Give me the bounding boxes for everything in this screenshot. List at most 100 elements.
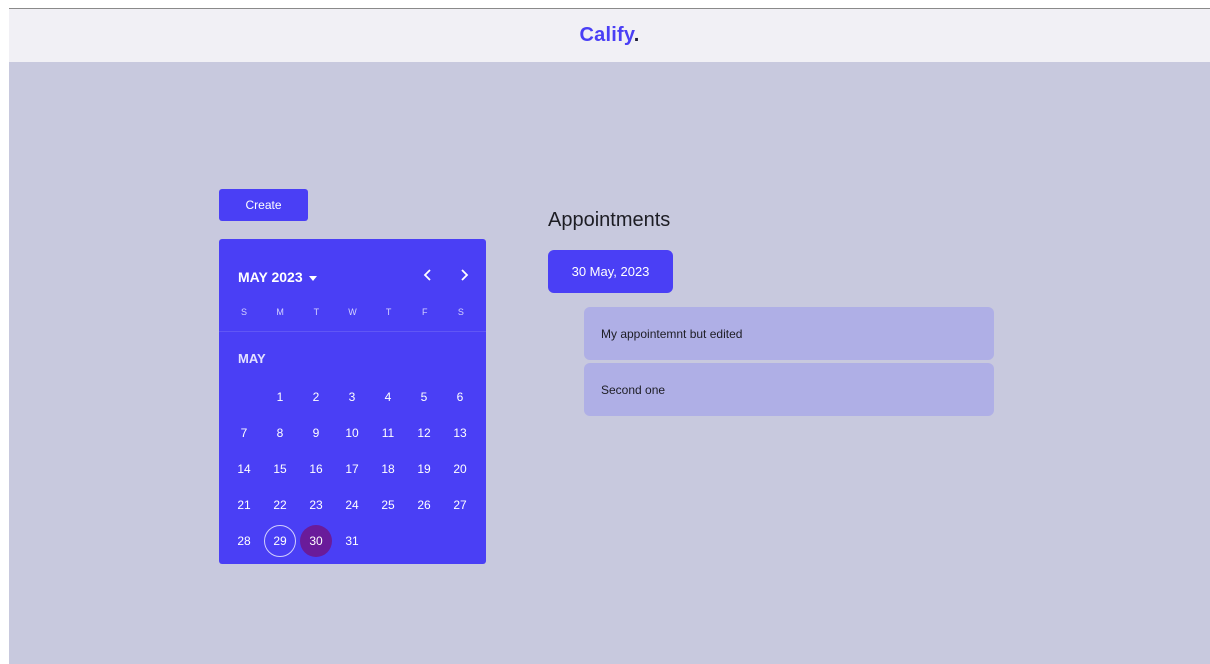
calendar-day-3[interactable]: 3	[334, 381, 370, 413]
calendar-day-20[interactable]: 20	[442, 453, 478, 485]
calendar-day-number: 28	[237, 534, 251, 548]
calendar-day-7[interactable]: 7	[226, 417, 262, 449]
calendar-day-13[interactable]: 13	[442, 417, 478, 449]
calendar-day-19[interactable]: 19	[406, 453, 442, 485]
calendar-day-number: 6	[456, 390, 464, 404]
calendar-day-number: 5	[420, 390, 428, 404]
calendar-day-number: 2	[312, 390, 320, 404]
calendar-day-24[interactable]: 24	[334, 489, 370, 521]
calendar-day-number: 10	[345, 426, 359, 440]
appointment-item[interactable]: Second one	[584, 363, 994, 416]
appointments-title: Appointments	[548, 209, 671, 231]
calendar-week-row: 14 15 16 17 18 19 20	[226, 451, 479, 487]
calendar-day-number: 24	[345, 498, 359, 512]
calendar-divider	[219, 331, 486, 332]
calendar-day-25[interactable]: 25	[370, 489, 406, 521]
calendar-day-number: 12	[417, 426, 431, 440]
calendar-day-21[interactable]: 21	[226, 489, 262, 521]
calendar-day-number: 7	[240, 426, 248, 440]
calendar-day-17[interactable]: 17	[334, 453, 370, 485]
calendar-day-10[interactable]: 10	[334, 417, 370, 449]
calendar-day-number: 27	[453, 498, 467, 512]
calendar-day-2[interactable]: 2	[298, 381, 334, 413]
calendar-day-number: 8	[276, 426, 284, 440]
calendar-day-8[interactable]: 8	[262, 417, 298, 449]
calendar-day-number: 16	[309, 462, 323, 476]
calendar-day-number: 22	[273, 498, 287, 512]
calendar-day-number: 31	[345, 534, 359, 548]
calendar-empty-cell	[406, 525, 442, 557]
calendar-day-29[interactable]: 29	[262, 525, 298, 557]
calendar-empty-cell	[226, 381, 262, 413]
top-header: Calify.	[9, 9, 1210, 62]
calendar-day-18[interactable]: 18	[370, 453, 406, 485]
previous-month-button[interactable]	[418, 265, 438, 285]
calendar-day-grid: 1 2 3 4 5 6 7 8 9 10 11 12 13 14 15 16 17 18 19 20 21 22 23 24 2…	[226, 379, 479, 559]
appointment-item[interactable]: My appointemnt but edited	[584, 307, 994, 360]
calendar-day-16[interactable]: 16	[298, 453, 334, 485]
app-frame: Calify. Create MAY 2023 S M T W T F S MA	[9, 8, 1210, 664]
appointment-text: Second one	[601, 382, 666, 397]
calendar-day-15[interactable]: 15	[262, 453, 298, 485]
calendar-day-27[interactable]: 27	[442, 489, 478, 521]
selected-date-chip[interactable]: 30 May, 2023	[548, 250, 673, 293]
calendar-day-number: 18	[381, 462, 395, 476]
calendar-day-9[interactable]: 9	[298, 417, 334, 449]
calendar-day-number: 13	[453, 426, 467, 440]
caret-down-icon	[308, 275, 317, 281]
weekday-label: M	[276, 307, 284, 317]
calendar-day-4[interactable]: 4	[370, 381, 406, 413]
weekday-header-row: S M T W T F S	[226, 307, 479, 323]
calendar-day-5[interactable]: 5	[406, 381, 442, 413]
brand-logo[interactable]: Calify.	[580, 24, 640, 47]
calendar-day-1[interactable]: 1	[262, 381, 298, 413]
calendar-day-number: 4	[384, 390, 392, 404]
create-button[interactable]: Create	[219, 189, 308, 221]
weekday-label: T	[313, 307, 320, 317]
weekday-label: F	[422, 307, 428, 317]
calendar-day-number: 19	[417, 462, 431, 476]
calendar-day-number: 9	[312, 426, 320, 440]
calendar-day-number: 11	[381, 426, 395, 440]
brand-dot: .	[633, 24, 640, 46]
calendar-day-23[interactable]: 23	[298, 489, 334, 521]
month-year-selector[interactable]: MAY 2023	[238, 269, 317, 285]
calendar-day-12[interactable]: 12	[406, 417, 442, 449]
calendar-day-number: 17	[345, 462, 359, 476]
calendar-day-11[interactable]: 11	[370, 417, 406, 449]
calendar-day-6[interactable]: 6	[442, 381, 478, 413]
calendar-day-31[interactable]: 31	[334, 525, 370, 557]
calendar-day-number: 3	[348, 390, 356, 404]
calendar-empty-cell	[442, 525, 478, 557]
calendar-day-number: 15	[273, 462, 287, 476]
calendar-day-number: 26	[417, 498, 431, 512]
chevron-left-icon	[423, 269, 431, 281]
month-label: MAY	[238, 351, 266, 366]
calendar-day-22[interactable]: 22	[262, 489, 298, 521]
date-picker-calendar: MAY 2023 S M T W T F S MAY 1 2 3 4 5 6 7 8 9 10 11…	[219, 239, 486, 564]
chevron-right-icon	[461, 269, 469, 281]
calendar-day-number: 29	[264, 525, 296, 557]
calendar-week-row: 1 2 3 4 5 6	[226, 379, 479, 415]
next-month-button[interactable]	[454, 265, 474, 285]
calendar-day-26[interactable]: 26	[406, 489, 442, 521]
calendar-week-row: 21 22 23 24 25 26 27	[226, 487, 479, 523]
calendar-day-number: 14	[237, 462, 251, 476]
calendar-day-number: 21	[237, 498, 251, 512]
calendar-day-number: 1	[276, 390, 284, 404]
calendar-day-28[interactable]: 28	[226, 525, 262, 557]
weekday-label: S	[240, 307, 247, 317]
brand-name: Calify	[579, 24, 634, 46]
calendar-week-row: 7 8 9 10 11 12 13	[226, 415, 479, 451]
appointment-text: My appointemnt but edited	[601, 326, 743, 341]
weekday-label: S	[457, 307, 464, 317]
calendar-day-number: 23	[309, 498, 323, 512]
weekday-label: T	[385, 307, 392, 317]
calendar-day-number: 25	[381, 498, 395, 512]
calendar-day-30[interactable]: 30	[298, 525, 334, 557]
calendar-day-14[interactable]: 14	[226, 453, 262, 485]
calendar-day-number: 30	[300, 525, 332, 557]
weekday-label: W	[348, 307, 357, 317]
calendar-day-number: 20	[453, 462, 467, 476]
calendar-week-row: 28 29 30 31	[226, 523, 479, 559]
